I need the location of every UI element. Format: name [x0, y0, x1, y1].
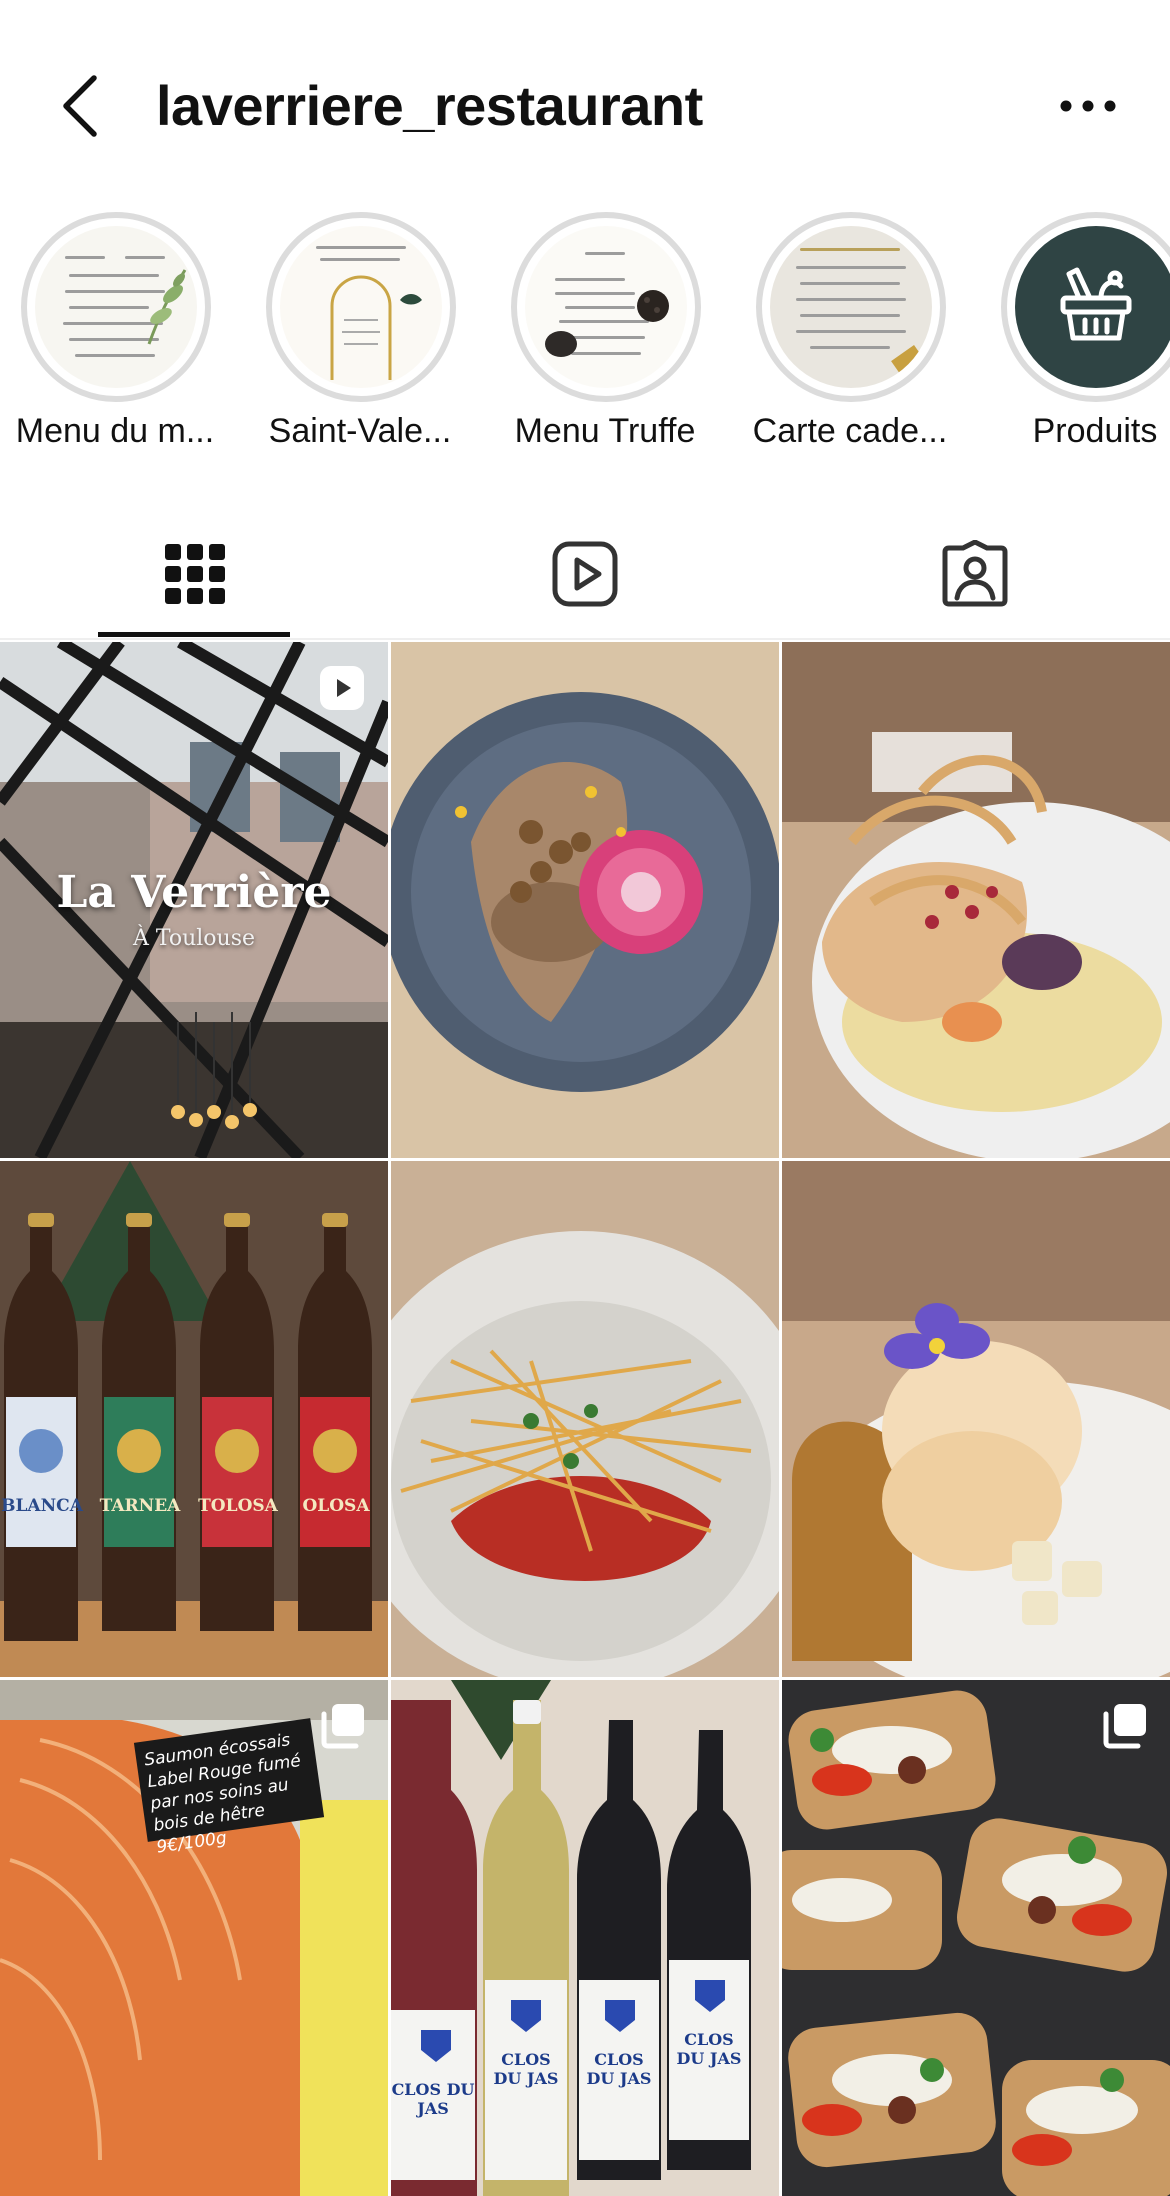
- highlight-label: Produits: [1032, 412, 1158, 450]
- post-thumbnail[interactable]: [782, 1161, 1170, 1677]
- tab-posts-grid[interactable]: [0, 520, 390, 640]
- beer-label: TOLOSA: [198, 1496, 278, 1516]
- dessert-with-flower-photo: [782, 1161, 1170, 1677]
- toast-appetizers-photo: [782, 1680, 1170, 2196]
- beer-label: BLANCA: [1, 1496, 83, 1516]
- post-thumbnail[interactable]: [391, 1161, 779, 1677]
- post-overlay-subtitle: À Toulouse: [132, 926, 256, 951]
- highlight-ring: [21, 212, 211, 402]
- profile-header: laverriere_restaurant: [0, 0, 1170, 200]
- grid-icon: [165, 544, 225, 604]
- highlight-ring: [266, 212, 456, 402]
- profile-username: laverriere_restaurant: [156, 74, 703, 137]
- more-horizontal-icon: [1060, 100, 1116, 112]
- basket-icon: [1060, 267, 1132, 341]
- beer-label: TARNEA: [99, 1496, 181, 1516]
- wine-bottles-photo: [391, 1680, 779, 2196]
- tagged-user-icon: [942, 540, 1008, 607]
- reel-icon: [320, 666, 364, 710]
- wine-label: CLOS DU JAS: [676, 2030, 742, 2068]
- highlight-ring: [1001, 212, 1170, 402]
- carousel-icon: [321, 1704, 364, 1749]
- highlight-ring: [756, 212, 946, 402]
- potato-straw-dish-photo: [391, 1161, 779, 1677]
- story-highlights: Menu du m... Saint-Vale... Menu Truffe C…: [0, 210, 1170, 470]
- highlight-carte-cadeau[interactable]: Carte cade...: [730, 210, 970, 470]
- post-thumbnail[interactable]: La Verrière À Toulouse: [0, 642, 388, 1158]
- post-thumbnail[interactable]: BLANCA TARNEA TOLOSA OLOSA: [0, 1161, 388, 1677]
- post-thumbnail[interactable]: CLOS DU JAS CLOS DU JAS CLOS DU JAS CLOS…: [391, 1680, 779, 2196]
- more-options-button[interactable]: [1058, 88, 1118, 124]
- chevron-left-icon: [63, 75, 97, 137]
- tab-reels[interactable]: [390, 520, 780, 640]
- tabs-divider: [0, 638, 1170, 640]
- menu-card-thumbnail: [35, 226, 197, 388]
- post-thumbnail[interactable]: [782, 642, 1170, 1158]
- truffle-card-thumbnail: [525, 226, 687, 388]
- produits-thumbnail: [1015, 226, 1170, 388]
- post-overlay-title: La Verrière: [56, 867, 332, 918]
- plated-fish-photo: [391, 642, 779, 1158]
- active-tab-indicator: [98, 632, 290, 637]
- beer-label: OLOSA: [302, 1496, 370, 1516]
- wine-label: CLOS DU JAS: [391, 2080, 475, 2118]
- reels-icon: [552, 541, 618, 607]
- post-thumbnail[interactable]: [391, 642, 779, 1158]
- highlight-ring: [511, 212, 701, 402]
- profile-tabs: [0, 520, 1170, 640]
- posts-grid: La Verrière À Toulouse BLANCA TARNEA TOL…: [0, 642, 1170, 2196]
- carousel-icon: [1103, 1704, 1146, 1749]
- craft-beer-bottles-photo: [0, 1161, 388, 1677]
- highlight-saint-valentin[interactable]: Saint-Vale...: [240, 210, 480, 470]
- wine-label: CLOS DU JAS: [586, 2050, 652, 2088]
- highlight-menu-du-moment[interactable]: Menu du m...: [0, 210, 235, 470]
- post-thumbnail[interactable]: [782, 1680, 1170, 2196]
- arch-card-thumbnail: [280, 226, 442, 388]
- back-button[interactable]: [56, 70, 112, 142]
- gift-card-thumbnail: [770, 226, 932, 388]
- fish-crispy-garnish-photo: [782, 642, 1170, 1158]
- post-thumbnail[interactable]: Saumon écossais Label Rouge fumé par nos…: [0, 1680, 388, 2196]
- tab-tagged[interactable]: [780, 520, 1170, 640]
- highlight-menu-truffe[interactable]: Menu Truffe: [485, 210, 725, 470]
- wine-label: CLOS DU JAS: [493, 2050, 559, 2088]
- highlight-produits[interactable]: Produits: [975, 210, 1170, 470]
